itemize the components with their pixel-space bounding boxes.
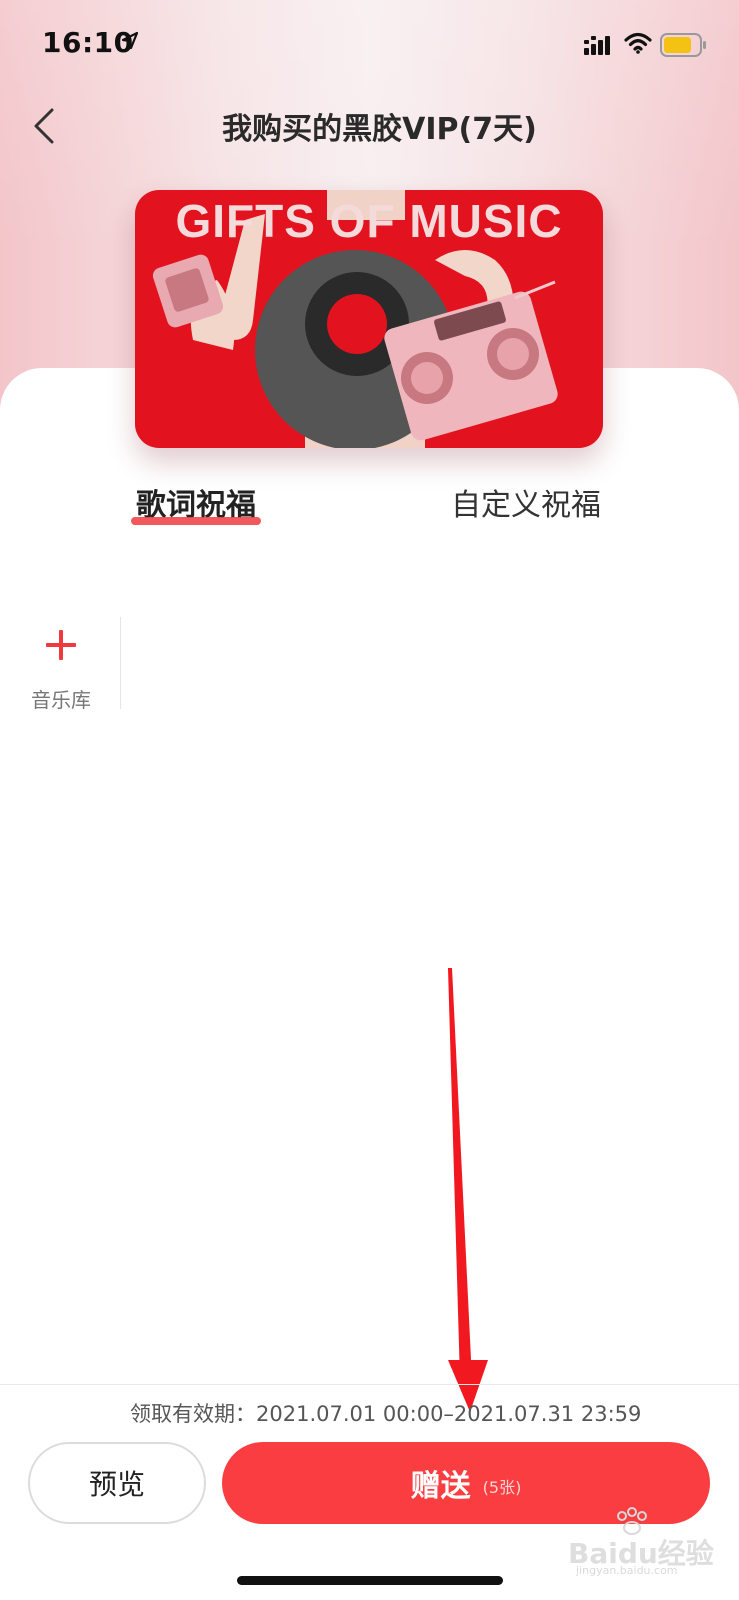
card-title: GIFTS OF MUSIC <box>175 195 563 247</box>
location-arrow-icon <box>122 32 138 50</box>
gift-count: (5张) <box>482 1478 522 1497</box>
active-tab-indicator <box>131 517 261 525</box>
gift-label: 赠送 <box>410 1469 471 1504</box>
watermark-subtext: jingyan.baidu.com <box>576 1564 678 1577</box>
music-library-label: 音乐库 <box>31 688 91 712</box>
battery-icon <box>660 33 706 57</box>
status-bar: 16:10 <box>0 0 739 90</box>
divider <box>120 617 121 709</box>
status-time: 16:10 <box>42 26 134 59</box>
gift-card-image: GIFTS OF MUSIC <box>135 190 603 448</box>
validity-period: 领取有效期：2021.07.01 00:00–2021.07.31 23:59 <box>130 1402 642 1426</box>
preview-label: 预览 <box>88 1468 145 1501</box>
music-library-button[interactable]: 音乐库 <box>20 618 102 712</box>
plus-icon <box>46 630 76 660</box>
cellular-signal-icon <box>584 36 610 55</box>
preview-button[interactable]: 预览 <box>28 1442 206 1524</box>
home-indicator[interactable] <box>237 1576 503 1585</box>
page-title: 我购买的黑胶VIP(7天) <box>222 112 537 147</box>
annotation-arrow <box>448 968 488 1412</box>
tab-custom-blessing[interactable]: 自定义祝福 <box>451 480 601 524</box>
wifi-icon <box>624 32 652 54</box>
footer-divider <box>0 1384 739 1385</box>
watermark: Baidu经验 jingyan.baidu.com <box>568 1507 718 1577</box>
